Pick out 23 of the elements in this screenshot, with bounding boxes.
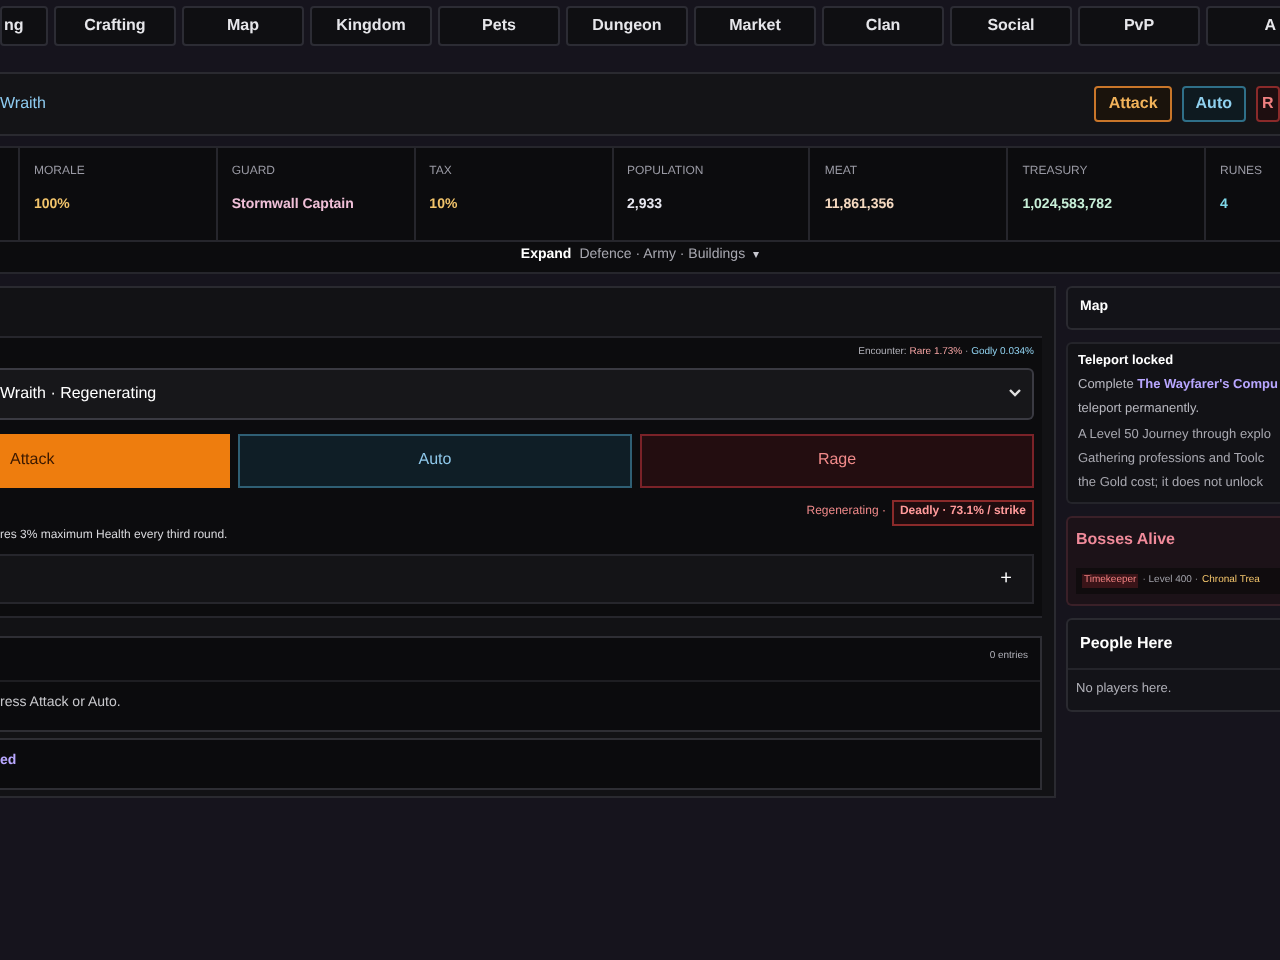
battle-button[interactable]: Auto (238, 433, 632, 487)
action-button[interactable]: Auto (1181, 86, 1246, 122)
nav-tab[interactable]: PvP (1078, 6, 1200, 46)
nav-tab[interactable]: Kingdom (310, 6, 432, 46)
battle-button[interactable]: Rage (640, 433, 1034, 487)
nav-tab[interactable]: Map (182, 6, 304, 46)
nav-tab[interactable]: Market (694, 6, 816, 46)
nav-tab[interactable]: Clan (822, 6, 944, 46)
monster-name: Wraith (0, 92, 46, 116)
chevron-down-icon (1008, 388, 1022, 398)
nav-tab[interactable]: Crafting (54, 6, 176, 46)
bosses-title: Bosses Alive (1076, 527, 1178, 551)
battle-button[interactable]: Attack (0, 433, 230, 487)
nav-tab[interactable]: ng (0, 6, 48, 46)
monster-select[interactable]: Wraith · Regenerating (0, 367, 1034, 419)
action-button[interactable]: R (1256, 86, 1280, 122)
nav-tab[interactable]: Pets (438, 6, 560, 46)
nav-tab[interactable]: A (1206, 6, 1280, 46)
people-title: People Here (1068, 620, 1280, 670)
action-button[interactable]: Attack (1094, 86, 1172, 122)
nav-tab[interactable]: Dungeon (566, 6, 688, 46)
expand-section[interactable]: + (0, 553, 1034, 603)
nav-tab[interactable]: Social (950, 6, 1072, 46)
